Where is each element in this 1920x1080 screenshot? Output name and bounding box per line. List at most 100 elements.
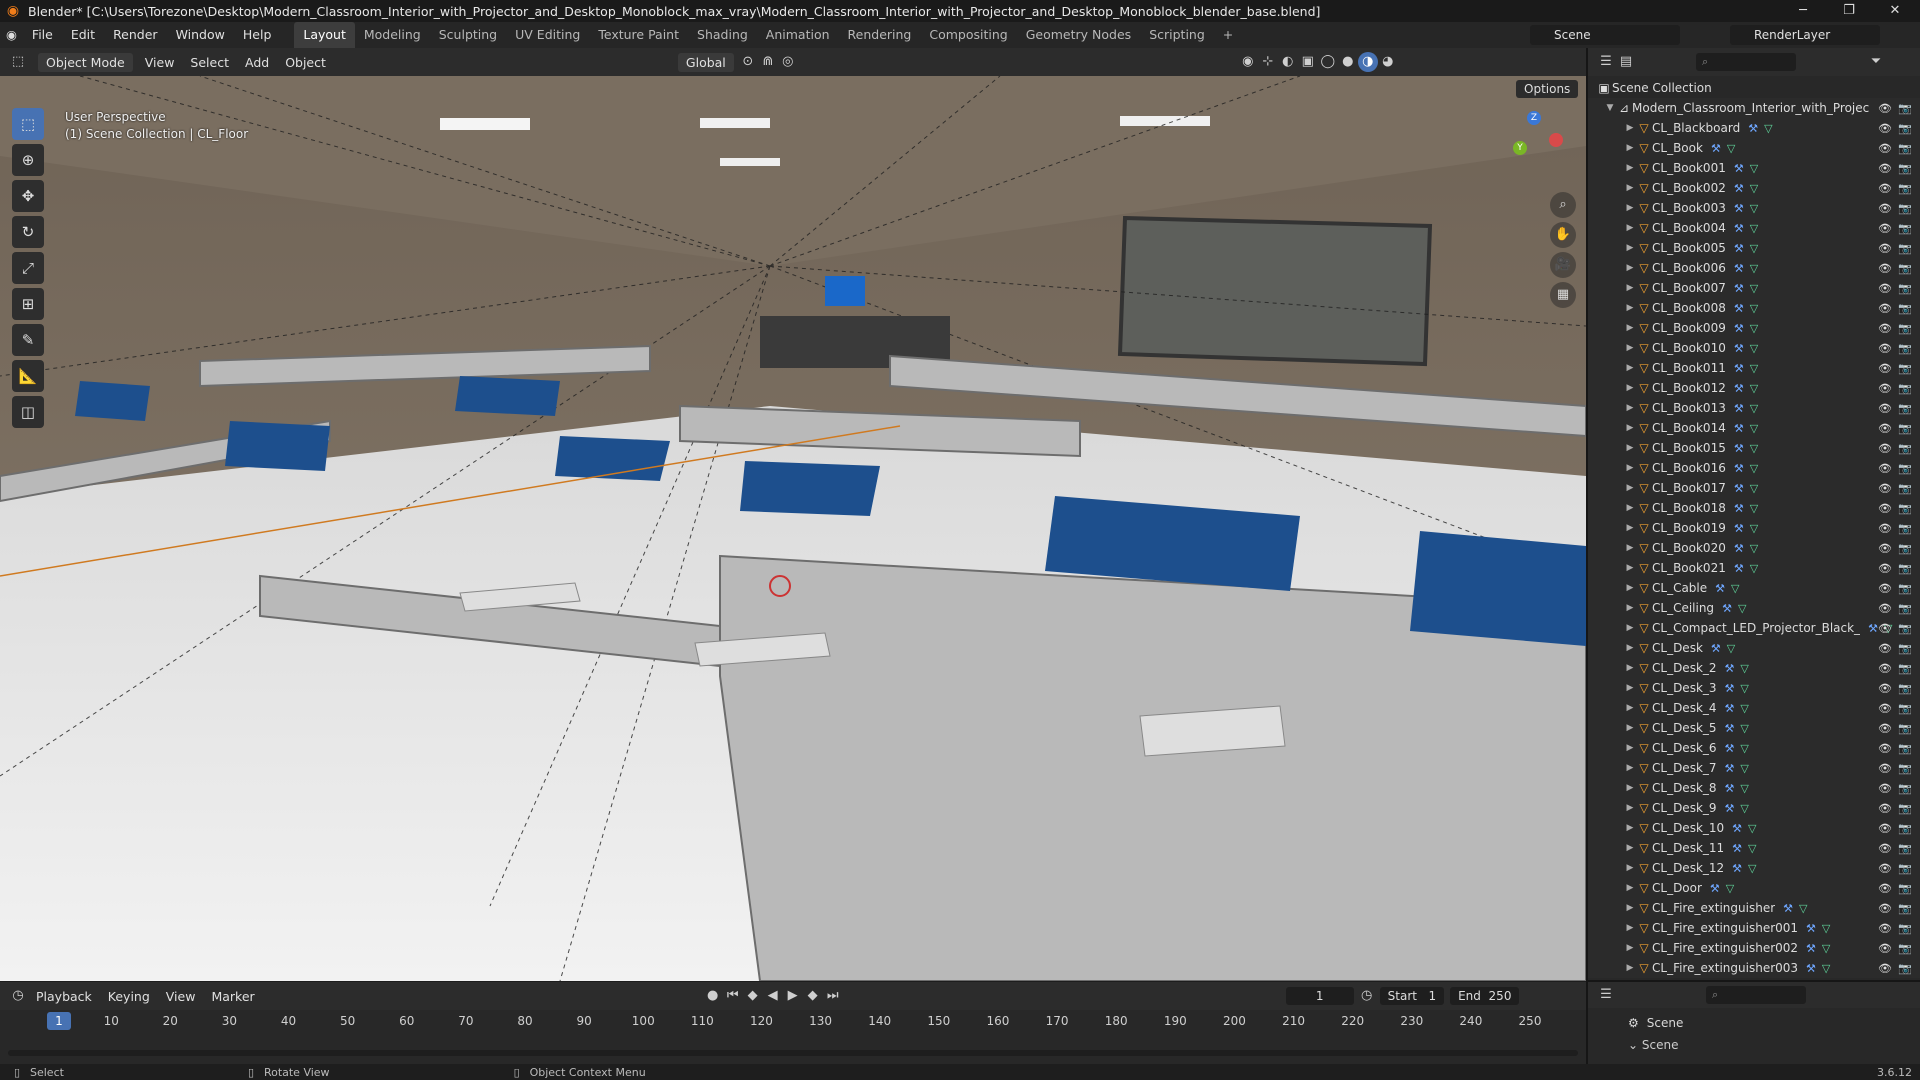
modifier-wrench-icon[interactable]: ⚒ bbox=[1711, 142, 1721, 155]
render-camera-icon[interactable]: 📷 bbox=[1898, 562, 1912, 575]
render-camera-icon[interactable]: 📷 bbox=[1898, 442, 1912, 455]
expand-arrow-icon[interactable]: ▶ bbox=[1624, 123, 1636, 133]
expand-arrow-icon[interactable]: ▶ bbox=[1624, 943, 1636, 953]
expand-arrow-icon[interactable]: ▶ bbox=[1624, 923, 1636, 933]
collection-row[interactable]: ▼ ⊿ Modern_Classroom_Interior_with_Proje… bbox=[1588, 98, 1920, 118]
visibility-eye-icon[interactable]: 👁 bbox=[1878, 702, 1892, 715]
mesh-data-icon[interactable]: ▽ bbox=[1740, 682, 1748, 695]
outliner-row[interactable]: ▶ ▽ CL_Book014 ⚒ ▽ 👁 📷 bbox=[1588, 418, 1920, 438]
add-workspace-icon[interactable]: + bbox=[1214, 22, 1242, 48]
add-cube-tool-icon[interactable]: ◫ bbox=[12, 396, 44, 428]
visibility-eye-icon[interactable]: 👁 bbox=[1878, 662, 1892, 675]
render-camera-icon[interactable]: 📷 bbox=[1898, 462, 1912, 475]
gizmo-icon[interactable]: ⊹ bbox=[1258, 52, 1278, 72]
tab-layout[interactable]: Layout bbox=[294, 22, 355, 48]
expand-arrow-icon[interactable]: ▶ bbox=[1624, 623, 1636, 633]
rendered-shading-icon[interactable]: ◕ bbox=[1378, 52, 1398, 72]
expand-arrow-icon[interactable]: ▶ bbox=[1624, 803, 1636, 813]
visibility-eye-icon[interactable]: 👁 bbox=[1878, 462, 1892, 475]
mesh-data-icon[interactable]: ▽ bbox=[1750, 182, 1758, 195]
visibility-eye-icon[interactable]: 👁 bbox=[1878, 642, 1892, 655]
visibility-eye-icon[interactable]: 👁 bbox=[1878, 942, 1892, 955]
modifier-wrench-icon[interactable]: ⚒ bbox=[1783, 902, 1793, 915]
expand-arrow-icon[interactable]: ▶ bbox=[1624, 343, 1636, 353]
expand-arrow-icon[interactable]: ▶ bbox=[1624, 143, 1636, 153]
expand-arrow-icon[interactable]: ▶ bbox=[1624, 763, 1636, 773]
prev-keyframe-icon[interactable]: ◆ bbox=[743, 986, 763, 1006]
render-camera-icon[interactable]: 📷 bbox=[1898, 722, 1912, 735]
render-camera-icon[interactable]: 📷 bbox=[1898, 402, 1912, 415]
blender-menu-icon[interactable]: ◉ bbox=[0, 22, 23, 48]
tab-geometry-nodes[interactable]: Geometry Nodes bbox=[1017, 22, 1140, 48]
mesh-data-icon[interactable]: ▽ bbox=[1750, 422, 1758, 435]
modifier-wrench-icon[interactable]: ⚒ bbox=[1734, 342, 1744, 355]
render-camera-icon[interactable]: 📷 bbox=[1898, 922, 1912, 935]
modifier-wrench-icon[interactable]: ⚒ bbox=[1722, 602, 1732, 615]
modifier-wrench-icon[interactable]: ⚒ bbox=[1732, 862, 1742, 875]
visibility-eye-icon[interactable]: 👁 bbox=[1878, 222, 1892, 235]
render-camera-icon[interactable]: 📷 bbox=[1898, 122, 1912, 135]
mesh-data-icon[interactable]: ▽ bbox=[1740, 742, 1748, 755]
mesh-data-icon[interactable]: ▽ bbox=[1748, 842, 1756, 855]
modifier-wrench-icon[interactable]: ⚒ bbox=[1748, 122, 1758, 135]
mesh-data-icon[interactable]: ▽ bbox=[1748, 822, 1756, 835]
render-camera-icon[interactable]: 📷 bbox=[1898, 382, 1912, 395]
outliner-row[interactable]: ▶ ▽ CL_Desk_4 ⚒ ▽ 👁 📷 bbox=[1588, 698, 1920, 718]
visibility-eye-icon[interactable]: 👁 bbox=[1878, 102, 1892, 115]
mesh-data-icon[interactable]: ▽ bbox=[1740, 722, 1748, 735]
modifier-wrench-icon[interactable]: ⚒ bbox=[1725, 742, 1735, 755]
outliner-row[interactable]: ▶ ▽ CL_Desk_3 ⚒ ▽ 👁 📷 bbox=[1588, 678, 1920, 698]
visibility-eye-icon[interactable]: 👁 bbox=[1878, 122, 1892, 135]
outliner-row[interactable]: ▶ ▽ CL_Ceiling ⚒ ▽ 👁 📷 bbox=[1588, 598, 1920, 618]
outliner-row[interactable]: ▶ ▽ CL_Book015 ⚒ ▽ 👁 📷 bbox=[1588, 438, 1920, 458]
visibility-eye-icon[interactable]: 👁 bbox=[1878, 142, 1892, 155]
camera-view-icon[interactable]: 🎥 bbox=[1550, 252, 1576, 278]
viewport-options-button[interactable]: Options bbox=[1516, 80, 1579, 98]
ortho-grid-icon[interactable]: ▦ bbox=[1550, 282, 1576, 308]
menu-object[interactable]: Object bbox=[277, 55, 334, 70]
xray-icon[interactable]: ▣ bbox=[1298, 52, 1318, 72]
visibility-eye-icon[interactable]: 👁 bbox=[1878, 362, 1892, 375]
expand-arrow-icon[interactable]: ▶ bbox=[1624, 463, 1636, 473]
outliner-row[interactable]: ▶ ▽ CL_Book001 ⚒ ▽ 👁 📷 bbox=[1588, 158, 1920, 178]
modifier-wrench-icon[interactable]: ⚒ bbox=[1734, 262, 1744, 275]
outliner-row[interactable]: ▶ ▽ CL_Book005 ⚒ ▽ 👁 📷 bbox=[1588, 238, 1920, 258]
scale-tool-icon[interactable]: ⤢ bbox=[12, 252, 44, 284]
outliner-row[interactable]: ▶ ▽ CL_Fire_extinguisher001 ⚒ ▽ 👁 📷 bbox=[1588, 918, 1920, 938]
tab-sculpting[interactable]: Sculpting bbox=[430, 22, 506, 48]
expand-arrow-icon[interactable]: ▶ bbox=[1624, 603, 1636, 613]
render-camera-icon[interactable]: 📷 bbox=[1898, 482, 1912, 495]
outliner-row[interactable]: ▶ ▽ CL_Book021 ⚒ ▽ 👁 📷 bbox=[1588, 558, 1920, 578]
visibility-eye-icon[interactable]: 👁 bbox=[1878, 442, 1892, 455]
tab-compositing[interactable]: Compositing bbox=[920, 22, 1016, 48]
outliner-row[interactable]: ▶ ▽ CL_Fire_extinguisher002 ⚒ ▽ 👁 📷 bbox=[1588, 938, 1920, 958]
mesh-data-icon[interactable]: ▽ bbox=[1727, 642, 1735, 655]
expand-arrow-icon[interactable]: ▶ bbox=[1624, 903, 1636, 913]
visibility-eye-icon[interactable]: 👁 bbox=[1878, 182, 1892, 195]
visibility-eye-icon[interactable]: 👁 bbox=[1878, 722, 1892, 735]
visibility-eye-icon[interactable]: 👁 bbox=[1878, 782, 1892, 795]
expand-arrow-icon[interactable]: ▶ bbox=[1624, 243, 1636, 253]
modifier-wrench-icon[interactable]: ⚒ bbox=[1725, 662, 1735, 675]
end-frame-field[interactable]: End 250 bbox=[1450, 987, 1520, 1005]
visibility-eye-icon[interactable]: 👁 bbox=[1878, 842, 1892, 855]
gizmo-z-axis-icon[interactable]: Z bbox=[1527, 111, 1541, 125]
render-camera-icon[interactable]: 📷 bbox=[1898, 702, 1912, 715]
modifier-wrench-icon[interactable]: ⚒ bbox=[1734, 162, 1744, 175]
modifier-wrench-icon[interactable]: ⚒ bbox=[1734, 442, 1744, 455]
render-camera-icon[interactable]: 📷 bbox=[1898, 882, 1912, 895]
annotate-tool-icon[interactable]: ✎ bbox=[12, 324, 44, 356]
render-camera-icon[interactable]: 📷 bbox=[1898, 542, 1912, 555]
render-camera-icon[interactable]: 📷 bbox=[1898, 862, 1912, 875]
start-frame-field[interactable]: Start 1 bbox=[1379, 987, 1445, 1005]
modifier-wrench-icon[interactable]: ⚒ bbox=[1725, 782, 1735, 795]
mesh-data-icon[interactable]: ▽ bbox=[1727, 142, 1735, 155]
render-camera-icon[interactable]: 📷 bbox=[1898, 902, 1912, 915]
modifier-wrench-icon[interactable]: ⚒ bbox=[1806, 942, 1816, 955]
tab-shading[interactable]: Shading bbox=[688, 22, 757, 48]
mesh-data-icon[interactable]: ▽ bbox=[1750, 322, 1758, 335]
preview-range-clock-icon[interactable]: ◷ bbox=[1357, 986, 1377, 1006]
measure-tool-icon[interactable]: 📐 bbox=[12, 360, 44, 392]
modifier-wrench-icon[interactable]: ⚒ bbox=[1734, 402, 1744, 415]
orientation-dropdown[interactable]: Global bbox=[677, 52, 734, 72]
